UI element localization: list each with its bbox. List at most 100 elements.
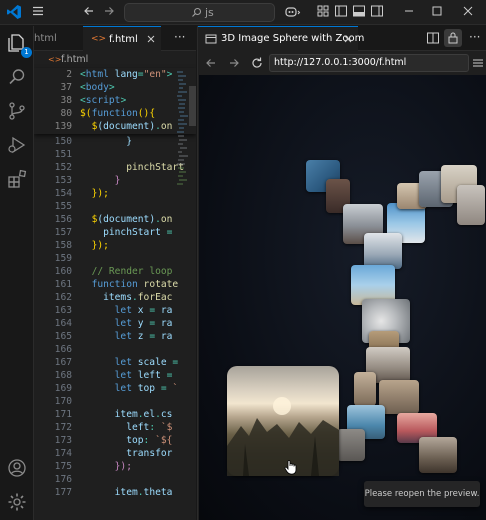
line-content: function rotate bbox=[91, 279, 179, 290]
explorer-icon[interactable]: 1 bbox=[6, 32, 32, 58]
sticky-scroll-line[interactable]: 2 <html lang="en"> bbox=[34, 68, 196, 81]
search-view-icon[interactable] bbox=[6, 66, 28, 88]
more-actions-icon[interactable]: ··· bbox=[174, 30, 185, 44]
code-line[interactable]: 155 bbox=[34, 200, 196, 213]
line-number: 177 bbox=[54, 487, 72, 498]
sticky-scroll-line[interactable]: 139 $(document).on bbox=[34, 120, 196, 133]
code-line[interactable]: 154 }); bbox=[34, 187, 196, 200]
minimap[interactable] bbox=[176, 68, 188, 520]
close-preview-tab-icon[interactable] bbox=[343, 27, 353, 52]
browser-menu-icon[interactable] bbox=[472, 57, 484, 69]
line-number: 174 bbox=[54, 448, 72, 459]
line-number: 38 bbox=[60, 95, 72, 106]
code-line[interactable]: 177 item.theta bbox=[34, 486, 196, 499]
code-line[interactable]: 153 } bbox=[34, 174, 196, 187]
image-sphere-viewport[interactable]: Please reopen the preview. bbox=[199, 75, 486, 520]
tab-html[interactable]: html bbox=[34, 26, 82, 51]
minimize-icon[interactable] bbox=[402, 4, 420, 22]
photo-tile[interactable] bbox=[419, 437, 457, 473]
line-number: 151 bbox=[54, 149, 72, 160]
close-tab-icon[interactable] bbox=[146, 27, 156, 52]
html-file-icon: <> bbox=[48, 55, 62, 64]
customize-layout-icon[interactable] bbox=[316, 4, 334, 22]
line-content: }); bbox=[91, 240, 109, 251]
code-line[interactable]: 163 let x = ra bbox=[34, 304, 196, 317]
html-file-icon: <> bbox=[91, 34, 107, 44]
run-debug-icon[interactable] bbox=[6, 134, 28, 156]
code-line[interactable]: 174 transfor bbox=[34, 447, 196, 460]
copilot-icon[interactable] bbox=[283, 4, 301, 22]
photo-tile[interactable] bbox=[364, 233, 402, 269]
code-line[interactable]: 162 items.forEac bbox=[34, 291, 196, 304]
close-window-icon[interactable] bbox=[461, 4, 479, 22]
code-line[interactable]: 159 bbox=[34, 252, 196, 265]
code-line[interactable]: 151 bbox=[34, 148, 196, 161]
photo-tile[interactable] bbox=[337, 429, 365, 461]
code-line[interactable]: 175 }); bbox=[34, 460, 196, 473]
manage-gear-icon[interactable] bbox=[6, 491, 28, 513]
line-content: left: `$ bbox=[126, 422, 173, 433]
code-line[interactable]: 166 bbox=[34, 343, 196, 356]
line-number: 176 bbox=[54, 474, 72, 485]
browser-forward-icon[interactable] bbox=[227, 56, 241, 70]
toggle-panel-icon[interactable] bbox=[352, 4, 370, 22]
line-number: 160 bbox=[54, 266, 72, 277]
code-line[interactable]: 160 // Render loop bbox=[34, 265, 196, 278]
code-line[interactable]: 173 top: `${ bbox=[34, 434, 196, 447]
code-line[interactable]: 165 let z = ra bbox=[34, 330, 196, 343]
sticky-scroll-line[interactable]: 38 <script> bbox=[34, 94, 196, 107]
code-line[interactable]: 150 } bbox=[34, 135, 196, 148]
vscode-logo-icon bbox=[6, 4, 24, 22]
source-control-icon[interactable] bbox=[6, 100, 28, 122]
line-content: }); bbox=[114, 461, 132, 472]
code-editor: html <> f.html ··· <> f.html 150 } 151 152… bbox=[34, 26, 196, 520]
code-line[interactable]: 157 pinchStart = bbox=[34, 226, 196, 239]
line-content: } bbox=[126, 136, 132, 147]
code-line[interactable]: 152 pinchStart bbox=[34, 161, 196, 174]
code-line[interactable]: 164 let y = ra bbox=[34, 317, 196, 330]
line-content: item.el.cs bbox=[114, 409, 173, 420]
line-number: 159 bbox=[54, 253, 72, 264]
reload-icon[interactable] bbox=[250, 56, 264, 70]
code-line[interactable]: 156 $(document).on bbox=[34, 213, 196, 226]
photo-tile[interactable] bbox=[354, 372, 376, 406]
code-line[interactable]: 167 let scale = bbox=[34, 356, 196, 369]
toggle-primary-sidebar-icon[interactable] bbox=[334, 4, 352, 22]
code-line[interactable]: 158 }); bbox=[34, 239, 196, 252]
breadcrumb[interactable]: <> f.html bbox=[34, 52, 196, 68]
editor-scrollbar[interactable] bbox=[189, 86, 196, 126]
code-line[interactable]: 171 item.el.cs bbox=[34, 408, 196, 421]
menu-icon[interactable] bbox=[31, 4, 49, 22]
code-line[interactable]: 169 let top = ` bbox=[34, 382, 196, 395]
line-number: 173 bbox=[54, 435, 72, 446]
code-line[interactable]: 172 left: `$ bbox=[34, 421, 196, 434]
url-input[interactable]: http://127.0.0.1:3000/f.html bbox=[269, 54, 469, 72]
code-line[interactable]: 176 bbox=[34, 473, 196, 486]
line-number: 156 bbox=[54, 214, 72, 225]
browser-back-icon[interactable] bbox=[204, 56, 218, 70]
browser-more-actions-icon[interactable]: ··· bbox=[469, 30, 480, 44]
command-center-search[interactable]: js bbox=[124, 3, 275, 22]
accounts-icon[interactable] bbox=[6, 457, 28, 479]
maximize-icon[interactable] bbox=[430, 4, 448, 22]
line-number: 152 bbox=[54, 162, 72, 173]
photo-tile[interactable] bbox=[457, 185, 485, 225]
code-line[interactable]: 161 function rotate bbox=[34, 278, 196, 291]
lock-group-button[interactable] bbox=[444, 29, 462, 47]
forward-arrow-icon[interactable] bbox=[102, 4, 120, 22]
back-arrow-icon[interactable] bbox=[82, 4, 100, 22]
line-number: 161 bbox=[54, 279, 72, 290]
tab-preview[interactable]: 3D Image Sphere with Zoom bbox=[198, 26, 364, 52]
toggle-secondary-sidebar-icon[interactable] bbox=[370, 4, 388, 22]
extensions-icon[interactable] bbox=[6, 168, 28, 190]
sticky-scroll-line[interactable]: 37 <body> bbox=[34, 81, 196, 94]
photo-tile[interactable] bbox=[379, 380, 419, 414]
line-number: 153 bbox=[54, 175, 72, 186]
sticky-scroll-line[interactable]: 80 $(function(){ bbox=[34, 107, 196, 120]
code-line[interactable]: 170 bbox=[34, 395, 196, 408]
split-editor-icon[interactable] bbox=[426, 31, 440, 45]
tab-f-html[interactable]: <> f.html bbox=[83, 26, 161, 51]
code-line[interactable]: 168 let left = bbox=[34, 369, 196, 382]
zoomed-photo[interactable] bbox=[227, 366, 339, 476]
line-content: // Render loop bbox=[91, 266, 173, 277]
